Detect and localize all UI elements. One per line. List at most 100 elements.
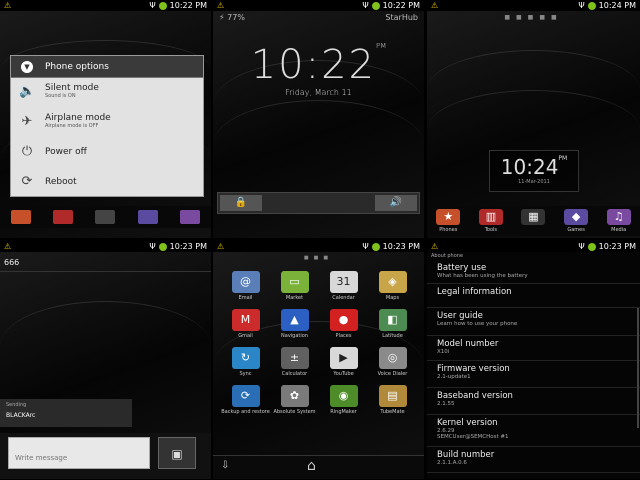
navigation-icon: ▲ — [280, 309, 309, 331]
carrier-name: StarHub — [385, 13, 418, 22]
power-off-option[interactable]: ⏻ Power off — [11, 138, 203, 168]
app-maps[interactable]: ◈ Maps — [368, 271, 417, 301]
app-drawer: ⚠ Ψ 10:23 PM ■■■ @ Email ▭ Market 31 Calendar ◈… — [213, 241, 424, 479]
app-calculator[interactable]: ± Calculator — [270, 347, 319, 377]
app-backup-and-restore[interactable]: ⟳ Backup and restore — [221, 385, 270, 415]
tools-dock-icon[interactable] — [53, 210, 74, 224]
media-dock-icon[interactable] — [179, 210, 200, 224]
app-voice-dialer[interactable]: ◎ Voice Dialer — [368, 347, 417, 377]
gmail-icon: M — [231, 309, 260, 331]
about-item-battery-use[interactable]: Battery use What has been using the batte… — [427, 260, 640, 284]
reboot-option[interactable]: ⟳ Reboot — [11, 168, 203, 198]
attach-image-button[interactable]: ▣ — [158, 437, 196, 469]
apps-grid-button[interactable]: ▦ — [521, 209, 546, 233]
star-icon: ★ — [436, 209, 461, 225]
tubemate-icon: ▤ — [378, 385, 407, 407]
ringmaker-icon: ◉ — [329, 385, 358, 407]
image-icon: ▣ — [171, 447, 183, 461]
app-absolute-system[interactable]: ✿ Absolute System — [270, 385, 319, 415]
home-dock: ★ Phones ▥ Tools ▦ ◆ Games ♫ Media — [427, 206, 640, 236]
home-clock-date: 11-Mar-2011 — [518, 179, 550, 185]
latitude-icon: ◧ — [378, 309, 407, 331]
about-item-kernel-version: Kernel version 2.6.29 SEMCUser@SEMCHost #… — [427, 415, 640, 447]
grid-icon: ▦ — [521, 209, 546, 225]
status-bar: ⚠ Ψ 10:23 PM — [213, 241, 424, 252]
lock-screen: ⚠ Ψ 10:22 PM ⚡ 77% StarHub 10:22PM Friday… — [213, 0, 424, 238]
dialog-title: ▼ Phone options — [11, 56, 203, 78]
youtube-icon: ▶ — [329, 347, 358, 369]
warning-icon: ⚠ — [217, 242, 225, 251]
usb-icon: Ψ — [362, 242, 369, 251]
apps-grid-icon[interactable] — [95, 210, 116, 224]
battery-icon — [371, 242, 380, 251]
sound-icon[interactable]: 🔊 — [375, 195, 417, 211]
lock-date: Friday, March 11 — [285, 88, 352, 97]
tools-dock-item[interactable]: ▥ Tools — [478, 209, 503, 233]
app-ringmaker[interactable]: ◉ RingMaker — [319, 385, 368, 415]
backup-and-restore-icon: ⟳ — [231, 385, 260, 407]
airplane-icon: ✈ — [21, 114, 33, 129]
app-market[interactable]: ▭ Market — [270, 271, 319, 301]
voice-dialer-icon: ◎ — [378, 347, 407, 369]
market-icon: ▭ — [280, 271, 309, 293]
app-gmail[interactable]: M Gmail — [221, 309, 270, 339]
sort-icon[interactable]: ⇩ — [221, 460, 229, 471]
recipient-number[interactable]: 666 — [4, 258, 19, 267]
home-screen: ⚠ Ψ 10:24 PM ■■■■■ 10:24PM 11-Mar-2011 ★ P… — [427, 0, 640, 238]
media-dock-item[interactable]: ♫ Media — [606, 209, 631, 233]
battery-icon — [587, 1, 596, 10]
page-indicator: ■■■ — [303, 255, 334, 261]
warning-icon: ⚠ — [4, 1, 12, 10]
app-grid: @ Email ▭ Market 31 Calendar ◈ Maps M Gmail ▲ Navig… — [221, 271, 417, 415]
about-item-user-guide[interactable]: User guide Learn how to use your phone — [427, 308, 640, 336]
app-tubemate[interactable]: ▤ TubeMate — [368, 385, 417, 415]
calendar-icon: 31 — [329, 271, 358, 293]
about-header: About phone — [431, 253, 464, 259]
usb-icon: Ψ — [149, 1, 156, 10]
speaker-icon: 🔈 — [19, 84, 36, 99]
message-bubble: Sending BLACKArc — [0, 399, 132, 427]
usb-icon: Ψ — [578, 242, 585, 251]
usb-icon: Ψ — [578, 1, 585, 10]
app-calendar[interactable]: 31 Calendar — [319, 271, 368, 301]
home-button[interactable]: ⌂ — [307, 458, 316, 474]
sync-icon: ↻ — [231, 347, 260, 369]
message-input[interactable] — [8, 437, 150, 469]
about-list: About phone Battery use What has been usi… — [427, 252, 640, 479]
reboot-icon: ⟳ — [21, 174, 33, 189]
phones-dock-item[interactable]: ★ Phones — [436, 209, 461, 233]
about-item-legal-information[interactable]: Legal information — [427, 284, 640, 308]
battery-icon — [587, 242, 596, 251]
about-phone-screen: ⚠ Ψ 10:23 PM About phone Battery use What … — [427, 241, 640, 479]
app-email[interactable]: @ Email — [221, 271, 270, 301]
places-icon: ● — [329, 309, 358, 331]
status-bar: ⚠ Ψ 10:23 PM — [427, 241, 640, 252]
media-icon: ♫ — [606, 209, 631, 225]
status-time: 10:22 PM — [169, 1, 207, 10]
scrollbar[interactable] — [637, 308, 639, 428]
messaging-screen: ⚠ Ψ10:23 PM 666 Sending BLACKArc ▣ — [0, 241, 211, 479]
app-sync[interactable]: ↻ Sync — [221, 347, 270, 377]
app-navigation[interactable]: ▲ Navigation — [270, 309, 319, 339]
phone-options-dialog: ▼ Phone options 🔈 Silent mode Sound is ON ✈… — [10, 55, 204, 197]
warning-icon: ⚠ — [431, 1, 439, 10]
about-item-model-number: Model number X10i — [427, 336, 640, 361]
gamepad-icon: ◆ — [564, 209, 589, 225]
games-dock-item[interactable]: ◆ Games — [564, 209, 589, 233]
chart-icon: ▥ — [478, 209, 503, 225]
app-latitude[interactable]: ◧ Latitude — [368, 309, 417, 339]
phones-dock-icon[interactable] — [11, 210, 32, 224]
usb-icon: Ψ — [149, 242, 156, 251]
battery-icon — [158, 242, 167, 251]
lock-clock: 10:22PM — [250, 42, 387, 88]
clock-widget[interactable]: 10:24PM 11-Mar-2011 — [489, 150, 579, 192]
games-dock-icon[interactable] — [137, 210, 158, 224]
dock — [0, 206, 211, 228]
app-places[interactable]: ● Places — [319, 309, 368, 339]
app-youtube[interactable]: ▶ YouTube — [319, 347, 368, 377]
unlock-slider[interactable]: 🔒 🔊 — [217, 192, 420, 214]
charging-icon: ⚡ — [219, 13, 225, 22]
silent-mode-option[interactable]: 🔈 Silent mode Sound is ON — [11, 78, 203, 108]
airplane-mode-option[interactable]: ✈ Airplane mode Airplane mode is OFF — [11, 108, 203, 138]
lock-icon[interactable]: 🔒 — [220, 195, 262, 211]
